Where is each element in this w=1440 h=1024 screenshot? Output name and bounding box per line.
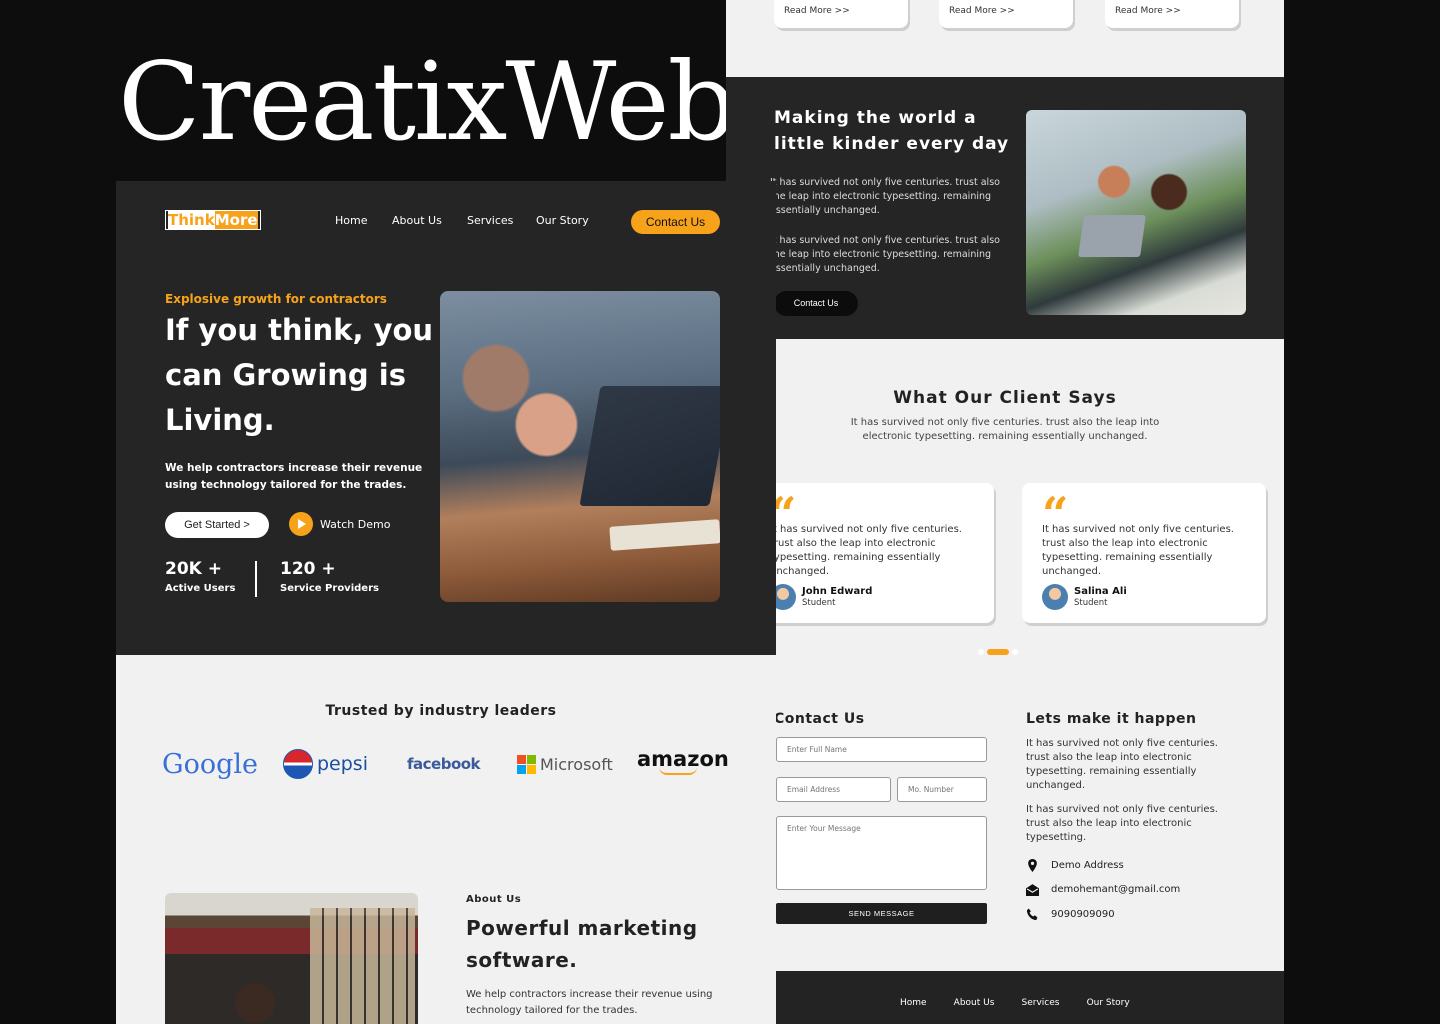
message-textarea[interactable]	[776, 816, 987, 890]
read-more-link[interactable]: Read More >>	[1105, 0, 1239, 28]
nav-about[interactable]: About Us	[392, 214, 442, 227]
email-row: demohemant@gmail.com	[1026, 883, 1180, 896]
footer: Home About Us Services Our Story	[726, 971, 1284, 1024]
email-input[interactable]	[776, 777, 891, 802]
happen-paragraph: It has survived not only five centuries.…	[1026, 738, 1218, 791]
testimonial-text: It has survived not only five centuries.…	[1042, 524, 1234, 577]
carousel-dot[interactable]	[978, 648, 984, 655]
trusted-title: Trusted by industry leaders	[325, 703, 557, 719]
footer-link-story[interactable]: Our Story	[1087, 998, 1130, 1008]
logo-part-think: Think	[168, 211, 215, 229]
google-wordmark: Google	[162, 748, 258, 780]
stat-label: Active Users	[165, 583, 236, 594]
testimonial-role: Student	[802, 598, 836, 608]
watch-demo-button[interactable]: Watch Demo	[289, 512, 390, 536]
stat-value: 20K +	[165, 559, 222, 579]
envelope-icon	[1026, 884, 1039, 896]
nav-home[interactable]: Home	[335, 214, 367, 227]
amazon-logo: amazon	[637, 747, 729, 781]
testimonials-subtitle: It has survived not only five centuries.…	[850, 417, 1160, 442]
phone-icon	[1026, 908, 1038, 921]
microsoft-wordmark: Microsoft	[540, 754, 613, 774]
page-preview-main: ThinkMore Home About Us Services Our Sto…	[116, 181, 776, 1024]
hero-section: ThinkMore Home About Us Services Our Sto…	[116, 181, 776, 655]
mission-title: Making the world a little kinder every d…	[774, 108, 1010, 154]
about-image	[165, 893, 418, 1024]
about-text: We help contractors increase their reven…	[466, 989, 713, 1016]
mission-section: Making the world a little kinder every d…	[726, 77, 1284, 339]
hero-headline: If you think, you can Growing is Living.	[165, 313, 434, 437]
about-eyebrow: About Us	[466, 894, 522, 905]
testimonial-card: “ It has survived not only five centurie…	[1022, 483, 1266, 623]
send-message-button[interactable]: SEND MESSAGE	[776, 903, 987, 924]
microsoft-squares-icon	[517, 754, 536, 774]
footer-link-services[interactable]: Services	[1022, 998, 1060, 1008]
pepsi-globe-icon	[283, 749, 313, 779]
location-pin-icon	[1028, 859, 1037, 872]
about-title: Powerful marketing software.	[466, 916, 698, 972]
mission-image	[1026, 110, 1246, 315]
phone-text[interactable]: 9090909090	[1051, 909, 1115, 920]
read-more-link[interactable]: Read More >>	[939, 0, 1073, 28]
pepsi-wordmark: pepsi	[317, 753, 368, 775]
full-name-input[interactable]	[776, 737, 987, 762]
happen-title: Lets make it happen	[1026, 711, 1197, 727]
stat-value: 120 +	[280, 559, 336, 579]
watch-demo-label: Watch Demo	[320, 517, 391, 531]
carousel-dots	[978, 641, 1021, 660]
mission-paragraph: It has survived not only five centuries.…	[770, 235, 1000, 274]
footer-link-home[interactable]: Home	[900, 998, 927, 1008]
google-logo: Google	[162, 747, 258, 781]
brand-title: CreatixWeb	[118, 40, 737, 165]
testimonial-name: John Edward	[802, 586, 873, 597]
phone-input[interactable]	[897, 777, 987, 802]
hero-eyebrow: Explosive growth for contractors	[165, 292, 387, 306]
facebook-logo: facebook	[407, 747, 481, 781]
pepsi-logo: pepsi	[283, 747, 368, 781]
contact-us-button[interactable]: Contact Us	[631, 210, 720, 234]
amazon-smile-icon	[659, 767, 697, 775]
carousel-dot-active[interactable]	[987, 648, 1009, 655]
address-row: Demo Address	[1026, 859, 1124, 872]
read-more-link[interactable]: Read More >>	[774, 0, 908, 28]
hero-image	[440, 291, 720, 602]
page-preview-secondary: Read More >> Read More >> Read More >> M…	[726, 0, 1284, 1024]
contact-form-title: Contact Us	[774, 711, 865, 727]
mission-contact-button[interactable]: Contact Us	[774, 291, 858, 316]
testimonials-title: What Our Client Says	[893, 388, 1117, 408]
testimonial-text: It has survived not only five centuries.…	[770, 524, 962, 577]
stat-label: Service Providers	[280, 583, 379, 594]
facebook-wordmark: facebook	[407, 755, 481, 773]
nav-story[interactable]: Our Story	[536, 214, 589, 227]
logo-part-more: More	[214, 211, 258, 229]
testimonial-role: Student	[1074, 598, 1108, 608]
play-icon	[289, 512, 313, 536]
testimonial-name: Salina Ali	[1074, 586, 1127, 597]
happen-paragraph: It has survived not only five centuries.…	[1026, 804, 1218, 843]
nav-services[interactable]: Services	[467, 214, 513, 227]
stat-divider	[255, 561, 257, 597]
avatar	[1042, 584, 1068, 610]
blog-cards-strip: Read More >> Read More >> Read More >>	[726, 0, 1284, 77]
get-started-button[interactable]: Get Started >	[165, 512, 269, 538]
mission-paragraph: It has survived not only five centuries.…	[770, 177, 1000, 216]
email-text[interactable]: demohemant@gmail.com	[1051, 884, 1180, 895]
footer-link-about[interactable]: About Us	[954, 998, 995, 1008]
carousel-dot[interactable]	[1012, 648, 1018, 655]
address-text: Demo Address	[1051, 860, 1124, 871]
hero-lead: We help contractors increase their reven…	[165, 462, 423, 491]
testimonial-card: “ It has survived not only five centurie…	[750, 483, 994, 623]
site-logo[interactable]: ThinkMore	[165, 210, 261, 230]
microsoft-logo: Microsoft	[517, 747, 613, 781]
phone-row: 9090909090	[1026, 908, 1115, 921]
